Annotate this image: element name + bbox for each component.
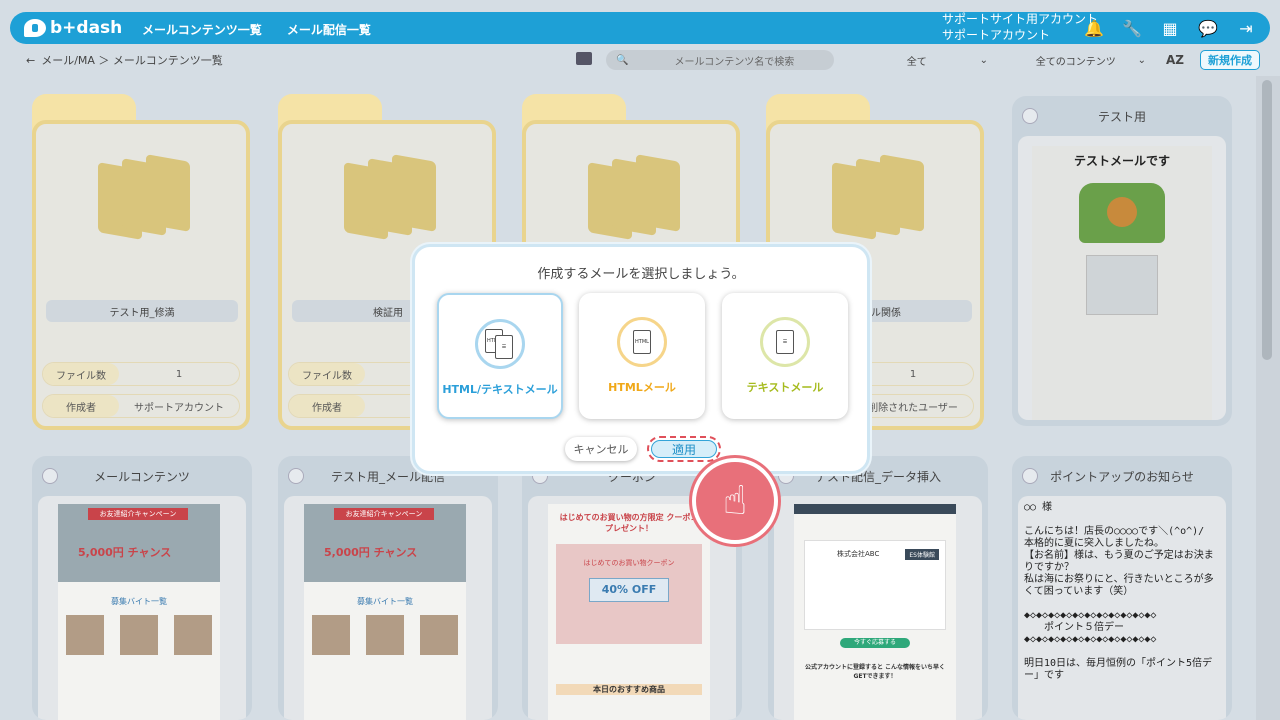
create-mail-dialog: 作成するメールを選択しましょう。 HTML ☰ HTML/テキストメール HTM… (412, 244, 870, 474)
option-label: HTML/テキストメール (442, 383, 558, 396)
option-html-text-mail[interactable]: HTML ☰ HTML/テキストメール (437, 293, 563, 419)
apply-button-label: 適用 (651, 440, 717, 458)
option-text-mail[interactable]: ☰ テキストメール (722, 293, 848, 419)
option-html-mail[interactable]: HTML HTMLメール (579, 293, 705, 419)
cancel-button[interactable]: キャンセル (565, 437, 637, 461)
text-doc-icon: ☰ (760, 317, 810, 367)
option-label: HTMLメール (608, 381, 676, 394)
apply-button[interactable]: 適用 (647, 436, 721, 462)
dialog-buttons: キャンセル 適用 (565, 436, 721, 462)
dialog-title: 作成するメールを選択しましょう。 (537, 267, 745, 282)
html-doc-icon: HTML (617, 317, 667, 367)
option-label: テキストメール (746, 381, 824, 394)
pointer-hand-icon: ☝ (692, 458, 778, 544)
hand-glyph: ☝ (722, 478, 748, 524)
html-text-doc-icon: HTML ☰ (475, 319, 525, 369)
